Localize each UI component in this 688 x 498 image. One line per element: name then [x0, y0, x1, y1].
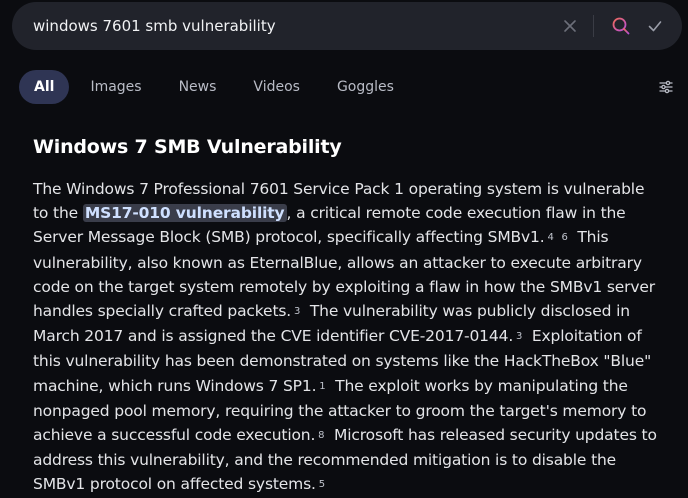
search-button[interactable]: [604, 9, 638, 43]
divider: [593, 15, 594, 37]
sliders-icon: [659, 80, 673, 94]
citation-link[interactable]: 3: [515, 325, 523, 349]
citation-link[interactable]: 5: [318, 473, 326, 497]
citation-link[interactable]: 4: [547, 226, 555, 250]
search-icon: [612, 17, 630, 35]
citation-link[interactable]: 6: [561, 226, 569, 250]
search-settings-button[interactable]: [654, 75, 678, 99]
citation-link[interactable]: 1: [318, 375, 326, 399]
answer-title: Windows 7 SMB Vulnerability: [33, 136, 342, 158]
result-tabs: All Images News Videos Goggles: [19, 70, 415, 104]
search-bar: [12, 2, 682, 50]
tab-news[interactable]: News: [163, 70, 233, 104]
close-icon: [564, 20, 576, 32]
tab-goggles[interactable]: Goggles: [321, 70, 410, 104]
search-results-page: All Images News Videos Goggles Windows 7…: [0, 0, 688, 498]
tab-images[interactable]: Images: [74, 70, 157, 104]
tab-videos[interactable]: Videos: [237, 70, 316, 104]
answer-body: The Windows 7 Professional 7601 Service …: [33, 177, 663, 498]
citation-link[interactable]: 8: [317, 424, 325, 448]
check-icon: [648, 21, 662, 32]
clear-search-button[interactable]: [553, 9, 587, 43]
search-input[interactable]: [33, 14, 553, 38]
ai-answer: Windows 7 SMB Vulnerability The Windows …: [33, 130, 663, 498]
confirm-button[interactable]: [638, 9, 672, 43]
tab-all[interactable]: All: [19, 70, 70, 104]
citation-link[interactable]: 3: [293, 300, 301, 324]
highlighted-term[interactable]: MS17-010 vulnerability: [82, 204, 287, 223]
